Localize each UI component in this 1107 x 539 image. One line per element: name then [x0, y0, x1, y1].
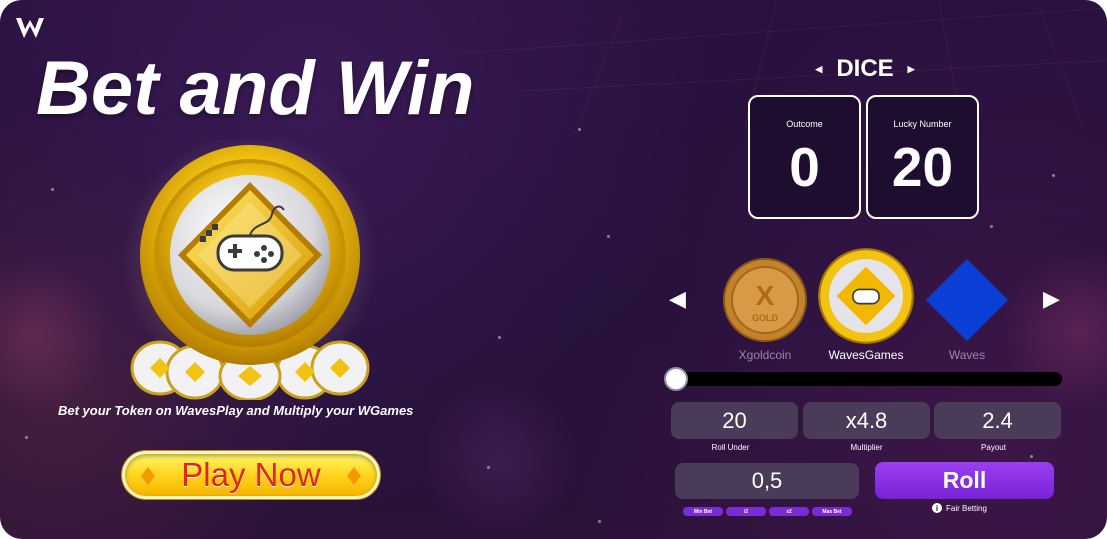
- background-grid-line: [573, 4, 628, 136]
- play-now-button[interactable]: Play Now: [122, 451, 380, 499]
- background-star: [990, 225, 993, 228]
- multiplier-field: x4.8: [803, 402, 930, 439]
- token-prev-button[interactable]: ◀: [669, 286, 686, 312]
- token-next-button[interactable]: ▶: [1043, 286, 1060, 312]
- wavesgames-coin-icon: [122, 140, 378, 400]
- background-star: [498, 336, 501, 339]
- prev-game-icon[interactable]: ◀: [815, 64, 822, 75]
- play-now-label: Play Now: [181, 456, 321, 493]
- double-bet-button[interactable]: x2: [769, 507, 809, 516]
- outcome-label: Outcome: [786, 119, 823, 129]
- outcome-card: Outcome 0: [748, 95, 861, 219]
- token-label-wavesgames: WavesGames: [828, 348, 904, 362]
- min-bet-button[interactable]: Min Bet: [683, 507, 723, 516]
- lucky-number-card: Lucky Number 20: [866, 95, 979, 219]
- lucky-number-value: 20: [891, 136, 954, 198]
- svg-text:GOLD: GOLD: [752, 313, 778, 323]
- info-icon: i: [932, 503, 942, 513]
- background-star: [25, 436, 28, 439]
- wavesgames-token-icon[interactable]: [817, 247, 915, 345]
- game-banner: Bet and Win Bet your Token on WavesPlay …: [0, 0, 1107, 539]
- token-label-waves: Waves: [948, 348, 986, 362]
- roll-under-field: 20: [671, 402, 798, 439]
- xgoldcoin-token-icon[interactable]: X GOLD: [720, 255, 810, 345]
- game-title: DICE: [836, 55, 894, 82]
- background-star: [1030, 455, 1033, 458]
- bet-slider-track[interactable]: [676, 372, 1062, 386]
- wavesplay-logo-icon: [16, 18, 44, 38]
- multiplier-label: Multiplier: [850, 443, 883, 452]
- bet-amount-input[interactable]: 0,5: [675, 463, 859, 499]
- fair-betting-link[interactable]: i Fair Betting: [932, 503, 987, 513]
- payout-label: Payout: [981, 443, 1006, 452]
- half-bet-button[interactable]: /2: [726, 507, 766, 516]
- background-glow: [1000, 250, 1107, 410]
- svg-text:X: X: [756, 280, 775, 311]
- background-star: [487, 466, 490, 469]
- game-selector: ◀ DICE ▶: [800, 54, 930, 84]
- background-star: [607, 235, 610, 238]
- fair-betting-label: Fair Betting: [946, 503, 987, 513]
- background-star: [578, 128, 581, 131]
- next-game-icon[interactable]: ▶: [908, 64, 915, 75]
- hero-tagline: Bet your Token on WavesPlay and Multiply…: [58, 403, 414, 418]
- token-label-xgoldcoin: Xgoldcoin: [738, 348, 792, 362]
- lucky-number-label: Lucky Number: [893, 119, 952, 129]
- roll-under-label: Roll Under: [711, 443, 750, 452]
- background-grid-line: [1037, 3, 1084, 127]
- diamond-deco-icon: [347, 467, 361, 485]
- background-star: [51, 188, 54, 191]
- roll-button[interactable]: Roll: [875, 462, 1054, 499]
- diamond-deco-icon: [141, 467, 155, 485]
- background-star: [1052, 174, 1055, 177]
- outcome-value: 0: [789, 136, 820, 198]
- background-glow: [0, 260, 110, 410]
- hero-title: Bet and Win: [36, 46, 475, 131]
- background-grid-line: [460, 7, 1107, 54]
- bet-slider-knob[interactable]: [664, 367, 688, 391]
- waves-token-icon[interactable]: [922, 255, 1012, 345]
- payout-field: 2.4: [934, 402, 1061, 439]
- max-bet-button[interactable]: Max Bet: [812, 507, 852, 516]
- background-star: [598, 520, 601, 523]
